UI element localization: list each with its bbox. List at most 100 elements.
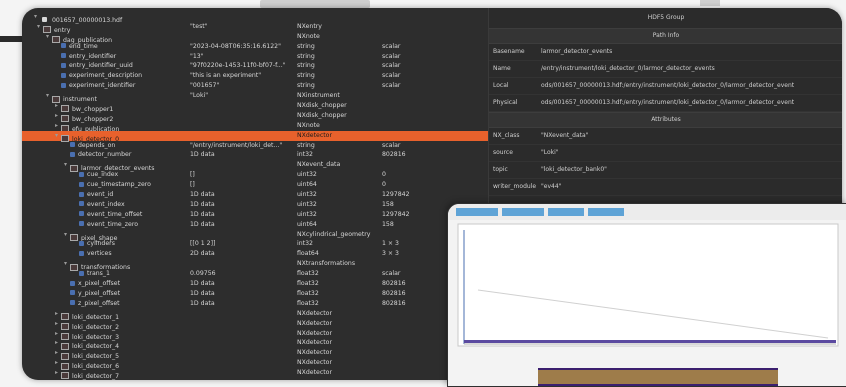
tree-item-type: uint32 — [297, 200, 317, 208]
tree-item-type: NXdisk_chopper — [297, 111, 347, 119]
plot-window — [447, 203, 846, 387]
heatmap-band — [538, 370, 778, 384]
tree-item-shape: 0 — [382, 181, 386, 189]
dataset-icon — [79, 221, 84, 227]
dataset-icon — [79, 270, 84, 276]
plot-tab-2[interactable] — [502, 208, 544, 216]
tree-row[interactable]: ▸efu_publication NXnote — [22, 121, 488, 133]
data-line — [464, 340, 836, 343]
dataset-icon — [70, 151, 75, 157]
tree-row[interactable]: vertices 2D data float64 3 × 3 — [22, 249, 488, 259]
tree-row[interactable]: ▸loki_detector_2 NXdetector — [22, 319, 488, 331]
tree-root-row[interactable]: ▾ 001657_00000013.hdf — [22, 12, 488, 24]
tree-row[interactable]: experiment_identifier "001657" string scala… — [22, 81, 488, 91]
attribute-row-key: writer_module — [493, 183, 537, 190]
tree-item-type: uint32 — [297, 171, 317, 179]
path-info-list: Basename larmor_detector_events Name/entry… — [489, 44, 842, 112]
dataset-icon — [61, 43, 66, 49]
dataset-icon — [70, 290, 75, 296]
tree-row[interactable]: ▾entry "test" NXentry — [22, 22, 488, 34]
tree-row[interactable]: cue_index [] uint32 0 — [22, 170, 488, 180]
plot-tab-3[interactable] — [548, 208, 584, 216]
tree-item-value: "this is an experiment" — [190, 72, 262, 80]
tree-row[interactable]: entry_identifier_uuid "97f0220e-1453-11f0… — [22, 61, 488, 71]
attribute-row-key: source — [493, 149, 513, 156]
attribute-row-key: NX_class — [493, 132, 520, 139]
dataset-icon — [79, 191, 84, 197]
tree-row[interactable]: end_time "2023-04-08T06:35:16.6122" string… — [22, 42, 488, 52]
tree-row[interactable]: ▾pixel_shape NXcylindrical_geometry — [22, 230, 488, 242]
tree-item-shape: scalar — [382, 82, 401, 90]
tree-item-type: float32 — [297, 280, 319, 288]
tree-item-value: "test" — [190, 22, 208, 30]
tree-item-label: experiment_identifier — [69, 82, 136, 90]
plot-area[interactable] — [448, 220, 846, 386]
tree-item-value: 2D data — [190, 250, 215, 258]
tree-row[interactable]: ▸loki_detector_6 NXdetector — [22, 358, 488, 370]
tree-item-type: NXcylindrical_geometry — [297, 230, 371, 238]
tree-item-label: experiment_description — [69, 72, 143, 80]
tree-row[interactable]: ▸loki_detector_4 NXdetector — [22, 338, 488, 350]
tree-item-value: [[0 1 2]] — [190, 240, 216, 248]
tree-item-type: NXevent_data — [297, 161, 341, 169]
tree-item-label: entry_identifier — [69, 52, 117, 60]
tree-item-value: "001657" — [190, 82, 220, 90]
dataset-icon — [70, 300, 75, 306]
tree-item-shape: 0 — [382, 171, 386, 179]
tree-item-value: 1D data — [190, 210, 215, 218]
tree-item-value: "/entry/instrument/loki_det..." — [190, 141, 283, 149]
tree-row[interactable]: z_pixel_offset 1D data float32 802816 — [22, 299, 488, 309]
tree-row[interactable]: ▸loki_detector_5 NXdetector — [22, 348, 488, 360]
tree-item-label: entry_identifier_uuid — [69, 62, 133, 70]
tree-item-shape: scalar — [382, 42, 401, 50]
tree-rows: ▾entry "test" NXentry ▾dag_publication NXnot… — [22, 22, 488, 380]
tree-item-type: int32 — [297, 151, 313, 159]
tree-item-value: "13" — [190, 52, 204, 60]
plot-tab-1[interactable] — [456, 208, 498, 216]
tree-row[interactable]: trans_1 0.09756 float32 scalar — [22, 269, 488, 279]
dataset-icon — [79, 211, 84, 217]
tree-item-type: NXnote — [297, 121, 320, 129]
file-tree[interactable]: ▾ 001657_00000013.hdf ▾entry "test" NXentr… — [22, 12, 488, 380]
tree-item-shape: 802816 — [382, 151, 406, 159]
dataset-icon — [70, 142, 75, 148]
path-info-row: Name/entry/instrument/loki_detector_0/la… — [489, 61, 842, 78]
tree-row[interactable]: x_pixel_offset 1D data float32 802816 — [22, 279, 488, 289]
tree-item-value: 1D data — [190, 151, 215, 159]
dataset-icon — [61, 72, 66, 78]
tree-row[interactable]: ▸bw_chopper1 NXdisk_chopper — [22, 101, 488, 113]
line-plot-frame — [457, 223, 839, 347]
path-info-row: Physical ods/001657_00000013.hdf:/entry/i… — [489, 95, 842, 112]
tree-row[interactable]: event_index 1D data uint32 158 — [22, 200, 488, 210]
tree-item-value: "Loki" — [190, 92, 209, 100]
tree-row[interactable]: cue_timestamp_zero [] uint64 0 — [22, 180, 488, 190]
tree-row[interactable]: y_pixel_offset 1D data float32 802816 — [22, 289, 488, 299]
path-info-row-key: Physical — [493, 99, 518, 106]
tree-row[interactable]: ▾transformations NXtransformations — [22, 259, 488, 271]
plot-tab-4[interactable] — [588, 208, 624, 216]
tree-row[interactable]: ▸loki_detector_3 NXdetector — [22, 329, 488, 341]
tree-row[interactable]: ▾larmor_detector_events NXevent_data — [22, 160, 488, 172]
tree-row[interactable]: detector_number 1D data int32 802816 — [22, 150, 488, 160]
attributes-header: Attributes — [489, 112, 842, 128]
tree-row[interactable]: ▾loki_detector_0 NXdetector — [22, 130, 488, 143]
tree-row[interactable]: ▸loki_detector_7 NXdetector — [22, 368, 488, 380]
tree-row[interactable]: ▾dag_publication NXnote — [22, 32, 488, 44]
tree-item-shape: 1297842 — [382, 191, 410, 199]
path-info-row-key: Basename — [493, 48, 525, 55]
tree-row[interactable]: entry_identifier "13" string scalar — [22, 52, 488, 62]
tree-row[interactable]: event_id 1D data uint32 1297842 — [22, 190, 488, 200]
tree-item-type: NXinstrument — [297, 92, 340, 100]
chevron-down-icon[interactable]: ▾ — [34, 12, 40, 22]
tree-row[interactable]: ▸loki_detector_1 NXdetector — [22, 309, 488, 321]
tree-row[interactable]: depends_on "/entry/instrument/loki_det...… — [22, 141, 488, 151]
attribute-row: topic "loki_detector_bank0" — [489, 162, 842, 179]
tree-item-type: string — [297, 62, 315, 70]
tree-row[interactable]: ▸bw_chopper2 NXdisk_chopper — [22, 111, 488, 123]
tree-row[interactable]: experiment_description "this is an experi… — [22, 71, 488, 81]
path-info-row: Basename larmor_detector_events — [489, 44, 842, 61]
tree-row[interactable]: event_time_zero 1D data uint64 158 — [22, 220, 488, 230]
tree-row[interactable]: cylinders [[0 1 2]] int32 1 × 3 — [22, 239, 488, 249]
tree-row[interactable]: ▾instrument "Loki" NXinstrument — [22, 91, 488, 103]
tree-row[interactable]: event_time_offset 1D data uint32 1297842 — [22, 210, 488, 220]
